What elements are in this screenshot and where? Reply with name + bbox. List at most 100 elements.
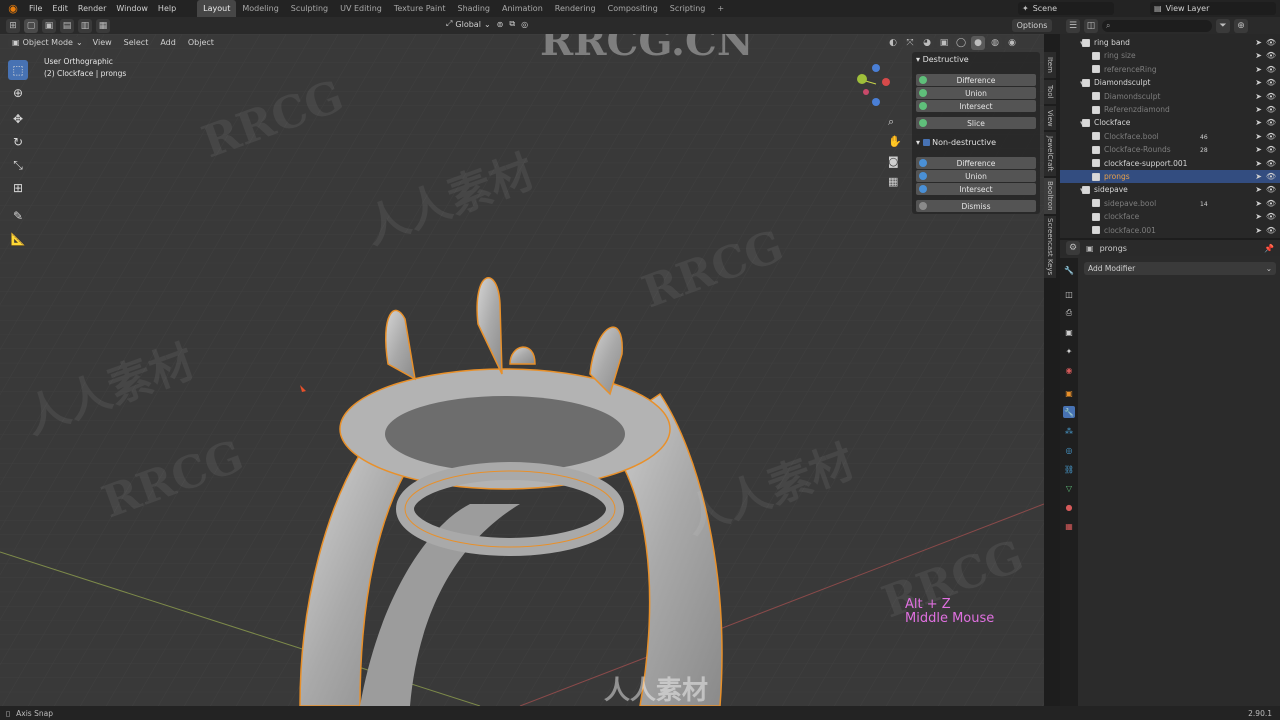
physics-tab-icon[interactable]: ◎ xyxy=(1063,444,1075,456)
exclude-checkbox[interactable] xyxy=(1092,159,1100,168)
tab-scripting[interactable]: Scripting xyxy=(664,0,712,17)
select-box-icon[interactable]: ▢ xyxy=(24,18,38,33)
outliner-row[interactable]: clockface-support.001 ➤ 👁 xyxy=(1060,157,1280,170)
scene-selector[interactable]: ✦ Scene xyxy=(1018,2,1114,15)
tab-animation[interactable]: Animation xyxy=(496,0,549,17)
render-tab-icon[interactable]: ◫ xyxy=(1063,288,1075,300)
visibility-eye-icon[interactable]: 👁 xyxy=(1266,51,1276,60)
texture-tab-icon[interactable]: ▦ xyxy=(1063,520,1075,532)
menu-object[interactable]: Object xyxy=(182,38,220,47)
outliner-search-input[interactable]: ⌕ xyxy=(1102,19,1212,32)
solid-shading-icon[interactable]: ● xyxy=(971,36,985,50)
outliner-row[interactable]: Clockface-Rounds ➤ 👁 xyxy=(1060,143,1280,156)
select-mode-new-icon[interactable]: ▣ xyxy=(42,18,56,33)
side-tab-booltron[interactable]: Booltron xyxy=(1044,178,1056,214)
selectable-toggle-icon[interactable]: ➤ xyxy=(1255,105,1262,114)
3d-viewport[interactable]: RRCG RRCG RRCG RRCG 人人素材 人人素材 人人素材 RRCG.… xyxy=(0,34,1044,706)
orientation-dropdown[interactable]: ⤢ Global ⌄ xyxy=(446,19,491,29)
visibility-eye-icon[interactable]: 👁 xyxy=(1266,185,1276,194)
tab-shading[interactable]: Shading xyxy=(451,0,496,17)
filter-icon[interactable]: ⏷ xyxy=(1216,18,1230,33)
visibility-eye-icon[interactable]: 👁 xyxy=(1266,132,1276,141)
menu-help[interactable]: Help xyxy=(153,0,181,17)
visibility-eye-icon[interactable]: 👁 xyxy=(1266,105,1276,114)
visibility-eye-icon[interactable]: 👁 xyxy=(1266,199,1276,208)
nondestructive-checkbox[interactable] xyxy=(922,139,930,146)
outliner-row[interactable]: ▾Clockface➤👁 xyxy=(1060,116,1280,129)
select-mode-extend-icon[interactable]: ▤ xyxy=(60,18,74,33)
exclude-checkbox[interactable] xyxy=(1082,78,1090,87)
tab-rendering[interactable]: Rendering xyxy=(549,0,602,17)
select-tool-icon[interactable]: ⬚ xyxy=(8,60,28,80)
slice-button[interactable]: Slice xyxy=(916,117,1036,129)
selectable-toggle-icon[interactable]: ➤ xyxy=(1255,92,1262,101)
tool-tab-icon[interactable]: 🔧 xyxy=(1063,264,1075,276)
outliner-row[interactable]: ▾Diamondsculpt➤👁 xyxy=(1060,76,1280,89)
pivot-dropdown[interactable]: ⊚ xyxy=(497,20,504,29)
selectable-toggle-icon[interactable]: ➤ xyxy=(1255,38,1262,47)
pin-icon[interactable]: 📌 xyxy=(1264,244,1274,253)
nondestructive-intersect-button[interactable]: Intersect xyxy=(916,183,1036,195)
rotate-tool-icon[interactable]: ↻ xyxy=(8,132,28,152)
visibility-eye-icon[interactable]: 👁 xyxy=(1266,92,1276,101)
visibility-eye-icon[interactable]: 👁 xyxy=(1266,226,1276,235)
particles-tab-icon[interactable]: ⁂ xyxy=(1063,425,1075,437)
editor-type-icon[interactable]: ⊞ xyxy=(6,18,20,33)
outliner-row[interactable]: prongs ➤ 👁 xyxy=(1060,170,1280,183)
material-tab-icon[interactable]: ● xyxy=(1063,501,1075,513)
visibility-eye-icon[interactable]: 👁 xyxy=(1266,65,1276,74)
world-tab-icon[interactable]: ◉ xyxy=(1063,364,1075,376)
proportional-edit-toggle[interactable]: ◎ xyxy=(521,20,528,29)
visibility-eye-icon[interactable]: 👁 xyxy=(1266,212,1276,221)
menu-add[interactable]: Add xyxy=(154,38,182,47)
side-tab-screencast-keys[interactable]: Screencast Keys xyxy=(1044,216,1056,278)
display-mode-icon[interactable]: ◫ xyxy=(1084,18,1098,33)
select-mode-invert-icon[interactable]: ▦ xyxy=(96,18,110,33)
selectable-toggle-icon[interactable]: ➤ xyxy=(1255,212,1262,221)
exclude-checkbox[interactable] xyxy=(1082,185,1090,194)
zoom-icon[interactable]: ⌕ xyxy=(888,115,894,129)
outliner-row[interactable]: ring size ➤ 👁 xyxy=(1060,49,1280,62)
outliner-row[interactable]: Referenzdiamond ➤ 👁 xyxy=(1060,103,1280,116)
annotate-tool-icon[interactable]: ✎ xyxy=(8,206,28,226)
scale-tool-icon[interactable]: ⤡ xyxy=(8,155,28,175)
camera-icon[interactable]: ◙ xyxy=(888,155,899,168)
selectable-toggle-icon[interactable]: ➤ xyxy=(1255,172,1262,181)
selectable-toggle-icon[interactable]: ➤ xyxy=(1255,132,1262,141)
transform-tool-icon[interactable]: ⊞ xyxy=(8,178,28,198)
nondestructive-union-button[interactable]: Union xyxy=(916,170,1036,182)
outliner-row[interactable]: sidepave.bool ➤ 👁 xyxy=(1060,197,1280,210)
exclude-checkbox[interactable] xyxy=(1092,172,1100,181)
selectable-toggle-icon[interactable]: ➤ xyxy=(1255,78,1262,87)
tab-layout[interactable]: Layout xyxy=(197,0,237,17)
outliner-row[interactable]: referenceRing ➤ 👁 xyxy=(1060,63,1280,76)
move-tool-icon[interactable]: ✥ xyxy=(8,109,28,129)
visibility-icon[interactable]: ◐ xyxy=(886,36,900,50)
modifier-tab-icon[interactable]: 🔧 xyxy=(1063,406,1075,418)
menu-select[interactable]: Select xyxy=(118,38,155,47)
selectable-toggle-icon[interactable]: ➤ xyxy=(1255,65,1262,74)
menu-render[interactable]: Render xyxy=(73,0,111,17)
menu-edit[interactable]: Edit xyxy=(47,0,73,17)
options-dropdown[interactable]: Options xyxy=(1012,19,1052,32)
exclude-checkbox[interactable] xyxy=(1092,212,1100,221)
menu-window[interactable]: Window xyxy=(111,0,153,17)
menu-view[interactable]: View xyxy=(87,38,118,47)
properties-editor-icon[interactable]: ⚙ xyxy=(1066,241,1080,255)
exclude-checkbox[interactable] xyxy=(1082,118,1090,127)
material-shading-icon[interactable]: ◍ xyxy=(988,36,1002,50)
visibility-eye-icon[interactable]: 👁 xyxy=(1266,78,1276,87)
dismiss-button[interactable]: Dismiss xyxy=(916,200,1036,212)
tab-texture-paint[interactable]: Texture Paint xyxy=(388,0,452,17)
cursor-tool-icon[interactable]: ⊕ xyxy=(8,83,28,103)
destructive-difference-button[interactable]: Difference xyxy=(916,74,1036,86)
outliner-editor-icon[interactable]: ☰ xyxy=(1066,18,1080,33)
nondestructive-header[interactable]: ▾ Non-destructive xyxy=(916,138,996,147)
add-modifier-dropdown[interactable]: Add Modifier ⌄ xyxy=(1084,262,1276,275)
selectable-toggle-icon[interactable]: ➤ xyxy=(1255,118,1262,127)
object-tab-icon[interactable]: ▣ xyxy=(1063,387,1075,399)
exclude-checkbox[interactable] xyxy=(1092,199,1100,208)
data-tab-icon[interactable]: ▽ xyxy=(1063,482,1075,494)
visibility-eye-icon[interactable]: 👁 xyxy=(1266,118,1276,127)
mode-dropdown[interactable]: ▣ Object Mode ⌄ xyxy=(8,37,87,48)
